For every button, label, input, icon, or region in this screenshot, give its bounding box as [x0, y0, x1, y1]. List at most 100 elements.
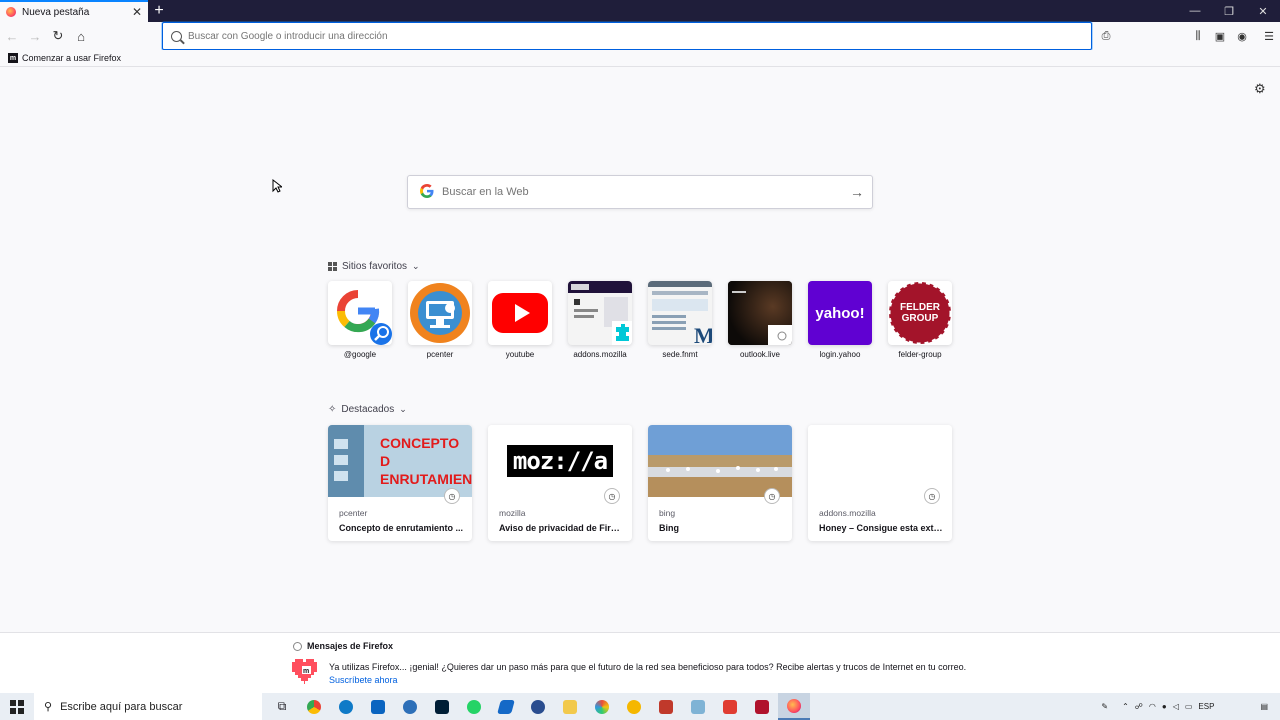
tab-strip: Nueva pestaña ✕ + — ❐ ✕ — [0, 0, 1280, 22]
svg-text:m: m — [303, 668, 309, 675]
app-blue-icon[interactable] — [490, 693, 522, 720]
minimize-icon[interactable]: — — [1178, 0, 1212, 22]
close-window-icon[interactable]: ✕ — [1246, 0, 1280, 22]
nav-bar: ← → ↻ ⌂ ⎙ ⫼ ▣ ◉ ☰ — [0, 22, 1280, 50]
reload-icon[interactable]: ↻ — [47, 25, 69, 47]
top-site-felder[interactable]: FELDER GROUP felder-group — [888, 281, 952, 359]
network-icon[interactable]: ☍ — [1135, 702, 1143, 711]
print-icon[interactable]: ⎙ — [1095, 25, 1117, 47]
windows-start-icon[interactable] — [0, 693, 34, 720]
home-icon[interactable]: ⌂ — [70, 25, 92, 47]
network-app-icon[interactable] — [394, 693, 426, 720]
highlights-heading[interactable]: ✧ Destacados ⌄ — [328, 404, 407, 415]
highlight-title: Honey – Consigue esta exte... — [819, 523, 943, 533]
wifi-icon[interactable]: ◠ — [1149, 702, 1156, 711]
volume-icon[interactable]: ◁ — [1173, 702, 1179, 711]
weather-icon[interactable] — [618, 693, 650, 720]
chrome-icon[interactable] — [298, 693, 330, 720]
restore-icon[interactable]: ❐ — [1212, 0, 1246, 22]
web-search-input[interactable] — [442, 186, 842, 198]
new-tab-button[interactable]: + — [148, 0, 170, 22]
app-notes-icon[interactable] — [682, 693, 714, 720]
clock-icon: ◷ — [764, 488, 780, 504]
gear-icon[interactable]: ⚙ — [1254, 81, 1266, 97]
yahoo-logo-text: yahoo! — [815, 304, 865, 322]
highlights-label: Destacados — [341, 404, 395, 415]
top-site-pcenter[interactable]: pcenter — [408, 281, 472, 359]
mozilla-logo-image: moz://a — [488, 425, 632, 497]
search-icon: ⚲ — [44, 701, 53, 713]
microphone-icon[interactable]: ● — [1162, 702, 1167, 711]
close-tab-icon[interactable]: ✕ — [132, 5, 142, 19]
highlight-card[interactable]: ◷ addons.mozilla Honey – Consigue esta e… — [808, 425, 952, 541]
app-red-icon[interactable] — [714, 693, 746, 720]
battery-icon[interactable]: ▭ — [1185, 702, 1193, 711]
language-indicator[interactable]: ESP — [1198, 702, 1214, 711]
messages-heading-label: Mensajes de Firefox — [307, 641, 394, 651]
subscribe-link[interactable]: Suscríbete ahora — [329, 675, 398, 685]
pcenter-logo-icon — [408, 281, 472, 345]
pen-icon[interactable]: ✎ — [1101, 702, 1108, 711]
mozilla-logo-text: moz://a — [506, 445, 614, 477]
top-sites-heading[interactable]: Sitios favoritos ⌄ — [328, 261, 420, 272]
yahoo-logo-icon: yahoo! — [808, 281, 872, 345]
tile-label: sede.fnmt — [662, 350, 698, 359]
top-site-outlook[interactable]: outlook.live — [728, 281, 792, 359]
edge-icon[interactable] — [330, 693, 362, 720]
highlight-card[interactable]: CONCEPTO D ENRUTAMIEN ◷ pcenter Concepto… — [328, 425, 472, 541]
svg-text:M: M — [694, 323, 712, 345]
highlight-card[interactable]: ◷ bing Bing — [648, 425, 792, 541]
url-bar[interactable] — [162, 22, 1092, 50]
chevron-down-icon: ⌄ — [412, 261, 420, 271]
url-input[interactable] — [188, 30, 1091, 42]
photoshop-icon[interactable] — [426, 693, 458, 720]
app-media-icon[interactable] — [746, 693, 778, 720]
highlight-title: Concepto de enrutamiento ... — [339, 523, 463, 533]
highlight-card[interactable]: moz://a ◷ mozilla Aviso de privacidad de… — [488, 425, 632, 541]
tile-label: @google — [343, 350, 377, 359]
search-icon — [171, 30, 182, 42]
highlights-grid: CONCEPTO D ENRUTAMIEN ◷ pcenter Concepto… — [328, 425, 952, 541]
back-icon[interactable]: ← — [1, 25, 23, 47]
message-text: Ya utilizas Firefox... ¡genial! ¿Quieres… — [329, 662, 967, 672]
outlook-icon[interactable] — [362, 693, 394, 720]
top-sites-label: Sitios favoritos — [342, 261, 408, 272]
top-site-sede-fnmt[interactable]: M sede.fnmt — [648, 281, 712, 359]
window-controls: — ❐ ✕ — [1178, 0, 1280, 22]
tab-new-tab[interactable]: Nueva pestaña ✕ — [0, 0, 148, 22]
forward-icon[interactable]: → — [24, 25, 46, 47]
google-search-icon — [328, 281, 392, 345]
blank-page-image — [808, 425, 952, 497]
app-colorful-icon[interactable] — [586, 693, 618, 720]
grid-icon — [328, 262, 337, 271]
mozilla-icon: m — [8, 53, 18, 63]
app-vmb-icon[interactable] — [650, 693, 682, 720]
notifications-icon[interactable]: ▤ — [1260, 702, 1268, 711]
highlight-source: mozilla — [499, 508, 526, 518]
felder-line-1: FELDER — [900, 302, 940, 313]
app-circle-icon[interactable] — [522, 693, 554, 720]
tile-label: login.yahoo — [819, 350, 861, 359]
taskbar-search[interactable]: ⚲ Escribe aquí para buscar — [34, 693, 262, 720]
sidebar-icon[interactable]: ▣ — [1209, 25, 1231, 47]
menu-icon[interactable]: ☰ — [1258, 25, 1280, 47]
router-illustration-icon — [328, 425, 364, 497]
chevron-up-icon[interactable]: ⌃ — [1122, 702, 1129, 711]
top-site-yahoo[interactable]: yahoo! login.yahoo — [808, 281, 872, 359]
arrow-right-icon[interactable]: → — [842, 184, 872, 200]
bookmark-get-started[interactable]: Comenzar a usar Firefox — [22, 53, 121, 63]
addons-page-thumbnail-icon — [568, 281, 632, 345]
top-site-youtube[interactable]: youtube — [488, 281, 552, 359]
whatsapp-icon[interactable] — [458, 693, 490, 720]
web-search-box[interactable]: → — [407, 175, 873, 209]
chevron-down-icon: ⌄ — [399, 404, 407, 414]
file-explorer-icon[interactable] — [554, 693, 586, 720]
task-view-icon[interactable]: ⧉ — [266, 693, 298, 720]
taskbar-search-placeholder: Escribe aquí para buscar — [60, 700, 183, 713]
account-icon[interactable]: ◉ — [1231, 25, 1253, 47]
firefox-taskbar-icon[interactable] — [778, 693, 810, 720]
library-icon[interactable]: ⫼ — [1187, 25, 1209, 47]
top-site-addons-mozilla[interactable]: addons.mozilla — [568, 281, 632, 359]
top-site-google[interactable]: @google — [328, 281, 392, 359]
messages-heading[interactable]: Mensajes de Firefox — [293, 641, 393, 651]
